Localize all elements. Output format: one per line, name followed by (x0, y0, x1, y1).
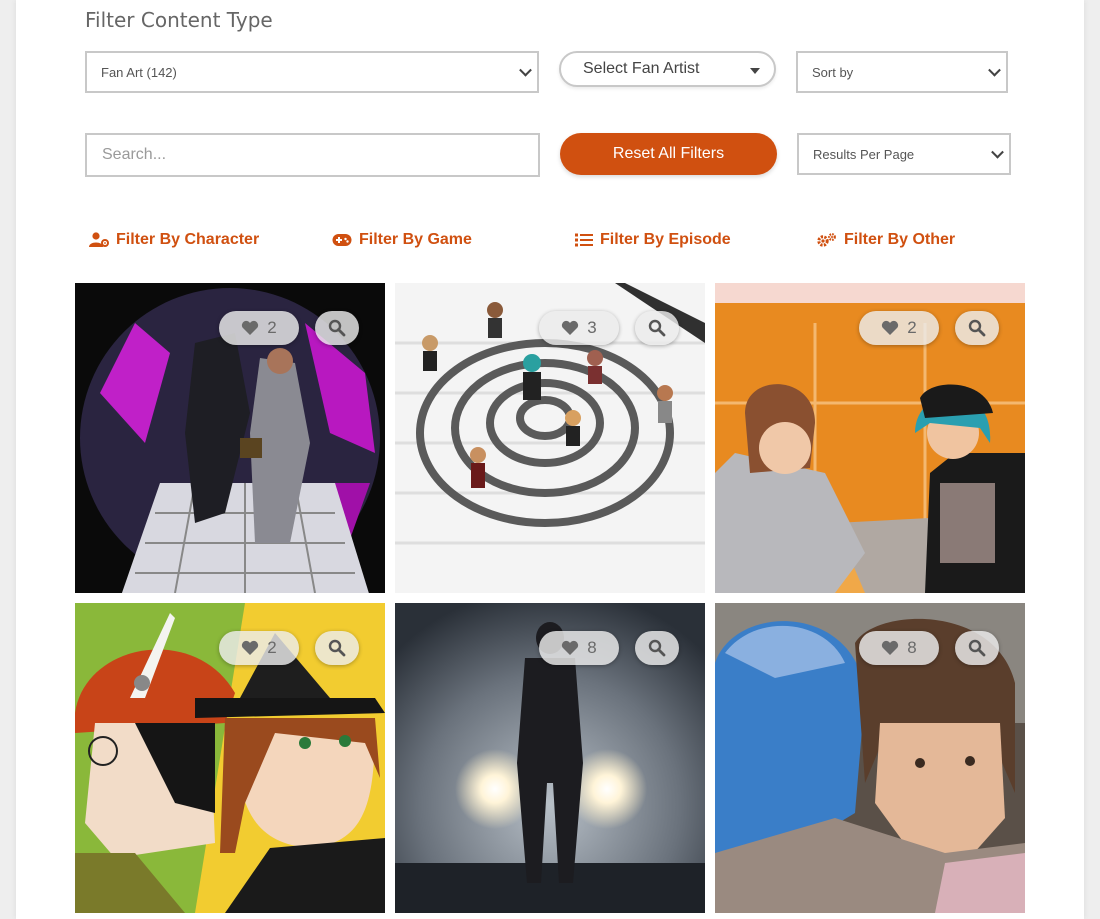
zoom-button[interactable] (315, 631, 359, 665)
like-button[interactable]: 8 (539, 631, 619, 665)
like-count: 8 (587, 638, 597, 657)
magnifier-icon (648, 639, 666, 657)
fan-artist-value: Select Fan Artist (583, 60, 700, 77)
gallery-item[interactable]: 2 (75, 283, 385, 593)
reset-filters-button[interactable]: Reset All Filters (560, 133, 777, 175)
filter-by-game-label: Filter By Game (359, 231, 472, 248)
content-type-value: Fan Art (142) (101, 64, 177, 80)
like-count: 2 (267, 638, 277, 657)
heart-icon (562, 320, 579, 335)
zoom-button[interactable] (635, 631, 679, 665)
sort-by-value: Sort by (812, 64, 854, 80)
like-count: 8 (907, 638, 917, 657)
gallery-item[interactable]: 8 (715, 603, 1025, 913)
sort-by-select[interactable]: Sort by (796, 51, 1008, 93)
like-count: 3 (587, 318, 597, 337)
filter-by-character-link[interactable]: Filter By Character (89, 229, 259, 251)
like-count: 2 (267, 318, 277, 337)
chevron-down-icon (519, 63, 532, 77)
like-button[interactable]: 2 (219, 631, 299, 665)
chevron-down-icon (988, 63, 1001, 77)
filter-by-episode-link[interactable]: Filter By Episode (575, 229, 731, 251)
gallery-item[interactable]: 2 (715, 283, 1025, 593)
zoom-button[interactable] (635, 311, 679, 345)
filter-by-character-label: Filter By Character (116, 231, 260, 248)
like-button[interactable]: 3 (539, 311, 619, 345)
results-per-page-value: Results Per Page (813, 146, 915, 162)
list-icon (575, 233, 593, 247)
like-button[interactable]: 2 (219, 311, 299, 345)
filter-by-episode-label: Filter By Episode (600, 231, 731, 248)
zoom-button[interactable] (315, 311, 359, 345)
magnifier-icon (328, 639, 346, 657)
gears-icon (817, 233, 836, 247)
fan-artist-select[interactable]: Select Fan Artist (559, 51, 776, 87)
search-input[interactable] (85, 133, 540, 177)
heart-icon (882, 640, 899, 655)
magnifier-icon (328, 319, 346, 337)
like-button[interactable]: 2 (859, 311, 939, 345)
zoom-button[interactable] (955, 311, 999, 345)
gallery-item[interactable]: 3 (395, 283, 705, 593)
filter-by-other-label: Filter By Other (844, 231, 956, 248)
content-type-select[interactable]: Fan Art (142) (85, 51, 539, 93)
heart-icon (882, 320, 899, 335)
zoom-button[interactable] (955, 631, 999, 665)
like-button[interactable]: 8 (859, 631, 939, 665)
magnifier-icon (968, 639, 986, 657)
results-per-page-select[interactable]: Results Per Page (797, 133, 1011, 175)
filter-by-game-link[interactable]: Filter By Game (332, 229, 472, 251)
gallery-item[interactable]: 2 (75, 603, 385, 913)
user-gear-icon (89, 232, 109, 247)
like-count: 2 (907, 318, 917, 337)
filter-heading: Filter Content Type (85, 8, 273, 32)
heart-icon (242, 640, 259, 655)
heart-icon (242, 320, 259, 335)
filter-by-other-link[interactable]: Filter By Other (817, 229, 955, 251)
caret-down-icon (750, 68, 760, 74)
heart-icon (562, 640, 579, 655)
chevron-down-icon (991, 145, 1004, 159)
gamepad-icon (332, 234, 352, 246)
magnifier-icon (648, 319, 666, 337)
magnifier-icon (968, 319, 986, 337)
gallery-item[interactable]: 8 (395, 603, 705, 913)
